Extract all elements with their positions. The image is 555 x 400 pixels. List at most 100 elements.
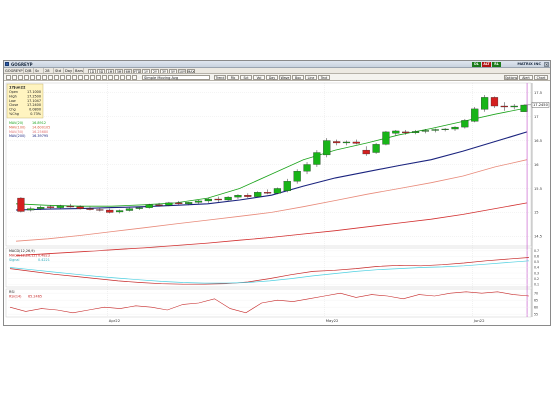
candle-body <box>155 204 163 206</box>
tool-icon[interactable] <box>84 75 89 80</box>
drawing-menu-fib[interactable]: Fib <box>227 75 239 80</box>
macd-tick-label: 0.5 <box>534 260 539 264</box>
candle-body <box>145 204 153 208</box>
drawing-menu-trend[interactable]: Trend <box>214 75 226 80</box>
toolbar-item-2[interactable]: 28 <box>44 68 54 73</box>
tool-icon[interactable] <box>96 75 101 80</box>
chart-area[interactable]: 17.5 17 16.5 16 15.5 15 14.5 Apr22 May22 Jun22 17.… <box>4 81 550 325</box>
toolbar-item-3[interactable]: Std <box>54 68 64 73</box>
tool-icon[interactable] <box>72 75 77 80</box>
tool-icon[interactable] <box>36 75 41 80</box>
toolbar-item-5[interactable]: Bars <box>74 68 84 73</box>
macd-tick-label: 0.2 <box>534 277 539 281</box>
tool-icon[interactable] <box>60 75 65 80</box>
candle-body <box>382 131 390 145</box>
price-tick-label: 16.5 <box>534 139 542 143</box>
tool-icon[interactable] <box>90 75 95 80</box>
tool-icon[interactable] <box>6 75 11 80</box>
drawing-menu-vol[interactable]: Vol <box>253 75 265 80</box>
drawing-menu-sct[interactable]: Sct <box>240 75 252 80</box>
symbol-field[interactable]: GOGREYP <box>4 68 24 73</box>
tool-icon[interactable] <box>108 75 113 80</box>
legend-field-value: 17.1000 <box>27 90 41 94</box>
candle-body <box>17 197 25 212</box>
tool-icon[interactable] <box>114 75 119 80</box>
drawing-menu-text[interactable]: Text <box>318 75 330 80</box>
tool-icon[interactable] <box>66 75 71 80</box>
price-tick-label: 17 <box>534 115 539 119</box>
toolbar-item-label: Sc <box>35 68 40 73</box>
tool-icon[interactable] <box>126 75 131 80</box>
drawing-menu-day[interactable]: Day <box>266 75 278 80</box>
toolbar-item-label: Bars <box>75 68 84 73</box>
candle-body <box>185 202 193 204</box>
status-button-alt[interactable]: ALT <box>482 62 491 67</box>
window-titlebar: GOGREYP DL ALT RL MATRIX INC × <box>4 61 550 68</box>
candle-body <box>402 131 410 134</box>
rsi-line-value: 65.2465 <box>28 294 42 298</box>
toolbar-item-label: 28 <box>45 68 50 73</box>
tool-icon[interactable] <box>48 75 53 80</box>
candle-body <box>135 207 143 209</box>
toolbar-item-label: Std <box>55 68 61 73</box>
candle-body <box>342 141 351 144</box>
tool-icon[interactable] <box>12 75 17 80</box>
x-axis-label: Jun22 <box>473 318 485 323</box>
study-selector[interactable]: Simple Moving Avg <box>142 75 210 80</box>
candle-body <box>96 209 104 211</box>
ma-legend-value: 16.8912 <box>32 121 46 125</box>
status-button-rl[interactable]: RL <box>492 62 501 67</box>
legend-field-value: 17.2500 <box>27 94 41 98</box>
candle-body <box>333 141 341 144</box>
toolbar-item-1[interactable]: Sc <box>34 68 44 73</box>
candle-body <box>244 195 252 197</box>
candle-body <box>204 198 212 202</box>
x-axis-label: Apr22 <box>109 318 121 323</box>
legend-field-label: Low <box>9 99 16 103</box>
macd-tick-label: 0.1 <box>534 282 539 286</box>
rsi-tick-label: 55 <box>534 312 538 316</box>
toolbar-button-alert[interactable]: Alert <box>519 75 533 80</box>
tool-icon[interactable] <box>132 75 137 80</box>
app-icon <box>5 62 9 66</box>
rsi-line-label: RSI(14) <box>9 294 22 298</box>
drawing-menu-box[interactable]: Box <box>292 75 304 80</box>
toolbar-button-chart[interactable]: Chart <box>534 75 548 80</box>
tool-icon[interactable] <box>18 75 23 80</box>
candle-body <box>451 126 459 130</box>
candle-body <box>86 208 94 210</box>
tool-icon[interactable] <box>54 75 59 80</box>
ma-legend-label: MAV(200) <box>9 134 26 138</box>
candle-body <box>372 144 380 153</box>
candle-body <box>106 209 114 213</box>
candle-body <box>194 200 203 203</box>
macd-tick-label: 0.4 <box>534 266 539 270</box>
candle-body <box>490 97 499 107</box>
toolbar-button-options[interactable]: Options <box>504 75 518 80</box>
legend-date: 17Jun22 <box>9 86 26 90</box>
close-icon[interactable]: × <box>544 62 549 67</box>
legend-field-value: 0.73% <box>30 112 42 116</box>
tool-icon[interactable] <box>30 75 35 80</box>
tool-icon[interactable] <box>24 75 29 80</box>
toolbar-item-4[interactable]: Day <box>64 68 74 73</box>
status-button-dl[interactable]: DL <box>472 62 481 67</box>
tool-icon[interactable] <box>120 75 125 80</box>
drawing-menu-line[interactable]: Line <box>305 75 317 80</box>
candle-body <box>46 206 55 208</box>
candle-body <box>165 202 173 206</box>
ma-legend-label: MAV(100) <box>9 125 26 129</box>
drawing-menu-wave[interactable]: Wave <box>279 75 291 80</box>
candle-body <box>115 210 124 213</box>
tool-icon[interactable] <box>78 75 83 80</box>
x-axis-label: May22 <box>326 318 339 323</box>
macd-signal-value: 0.4221 <box>38 258 50 262</box>
toolbar-item-0[interactable]: D/B <box>24 68 34 73</box>
tool-icon[interactable] <box>102 75 107 80</box>
candle-body <box>520 104 528 112</box>
candle-body <box>362 149 370 155</box>
candle-body <box>431 129 439 131</box>
legend-field-label: Close <box>9 103 18 107</box>
window-title: GOGREYP <box>11 61 33 67</box>
tool-icon[interactable] <box>42 75 47 80</box>
